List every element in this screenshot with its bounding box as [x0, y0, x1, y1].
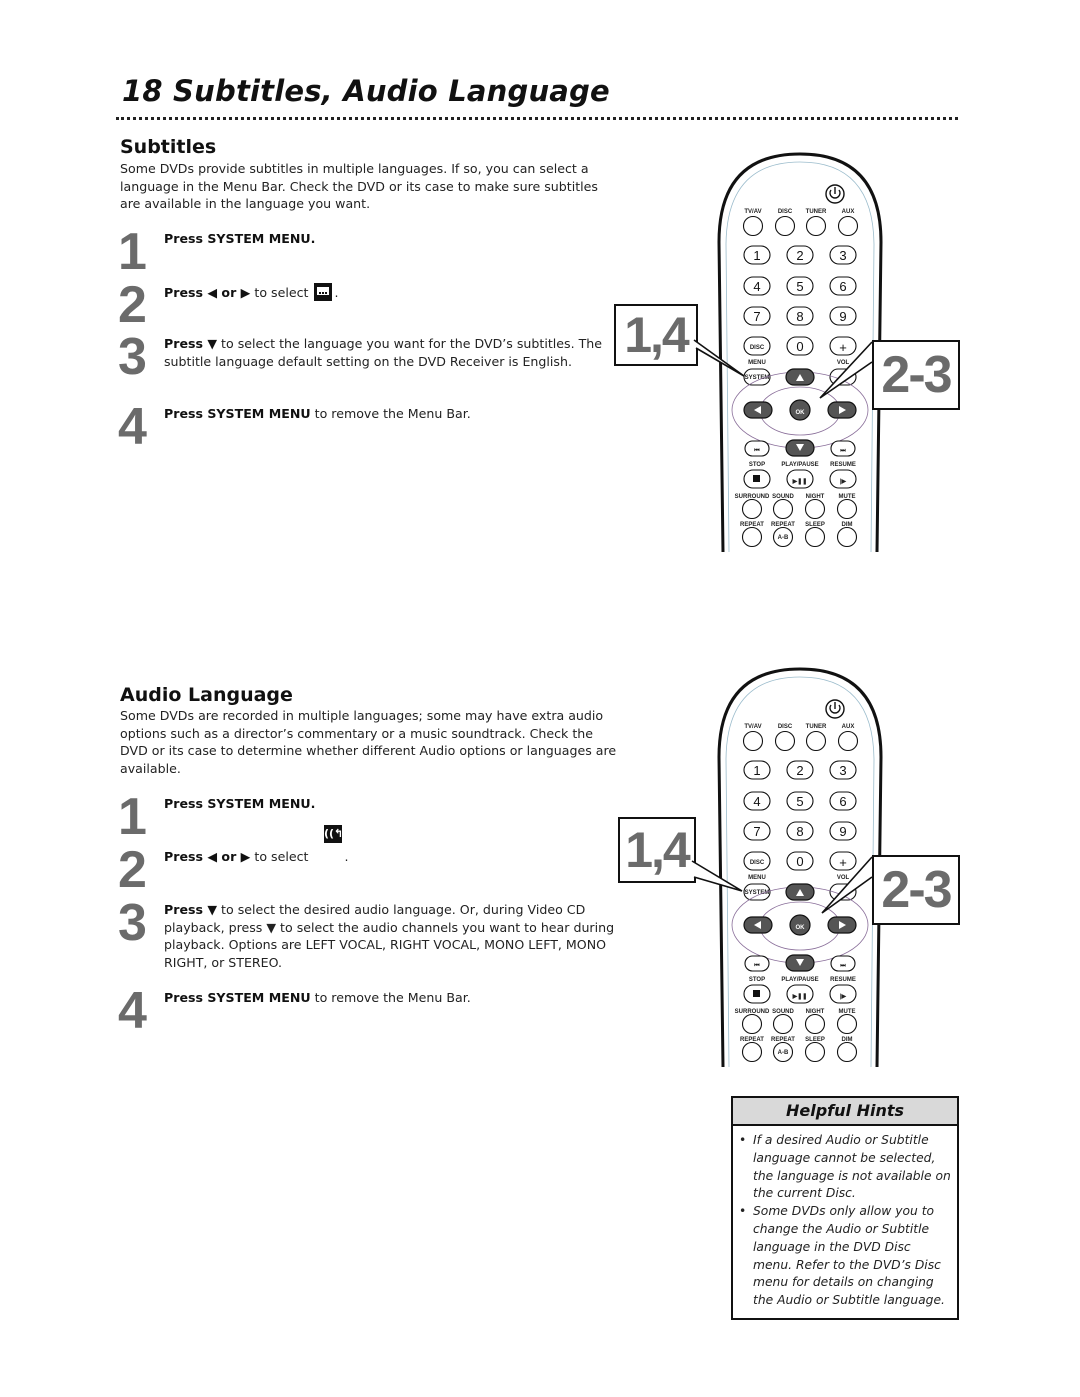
source-button-tuner	[805, 215, 827, 237]
hints-list: If a desired Audio or Subtitle language …	[733, 1132, 957, 1310]
function-button-sound	[772, 1013, 794, 1035]
hint-item: Some DVDs only allow you to change the A…	[739, 1203, 951, 1310]
function-button-repeat-0	[741, 526, 763, 548]
pointer-2-3	[819, 341, 873, 399]
source-button-tv-av	[742, 215, 764, 237]
previous-icon: ⏮	[754, 448, 760, 454]
previous-icon: ⏮	[754, 963, 760, 969]
step-number: 2	[118, 841, 147, 899]
hint-item: If a desired Audio or Subtitle language …	[739, 1132, 951, 1203]
transport-label: RESUME	[830, 977, 856, 983]
step-instruction: Press ▼	[164, 336, 218, 351]
next-icon: ⏭	[840, 448, 846, 454]
transport-label: RESUME	[830, 462, 856, 468]
step-detail: to remove the Menu Bar.	[310, 406, 471, 421]
function-button-night	[804, 1013, 826, 1035]
step-number: 4	[118, 982, 147, 1040]
transport-label: PLAY/PAUSE	[781, 977, 818, 983]
source-label: AUX	[842, 209, 855, 215]
step-instruction: Press SYSTEM MENU.	[164, 796, 316, 811]
step-detail: to select the desired audio language. Or…	[164, 902, 615, 970]
digit-label: 2	[796, 248, 803, 263]
source-button-tv-av	[742, 730, 764, 752]
next-icon: ⏭	[840, 963, 846, 969]
step-number: 1	[118, 223, 147, 281]
resume-icon: |▶	[840, 478, 847, 485]
helpful-hints-title: Helpful Hints	[733, 1098, 957, 1126]
audio-heading: Audio Language	[120, 684, 293, 706]
step-detail: to select	[250, 285, 309, 300]
callout-pointers	[691, 856, 873, 914]
step-instruction: Press SYSTEM MENU	[164, 990, 311, 1005]
source-button-disc	[774, 215, 796, 237]
function-button-dim-3	[836, 1041, 858, 1063]
function-button-surround	[741, 1013, 763, 1035]
step-detail: to select	[250, 849, 309, 864]
title-divider	[116, 117, 958, 120]
function-button-mute	[836, 498, 858, 520]
helpful-hints-box: Helpful Hints If a desired Audio or Subt…	[731, 1096, 959, 1320]
stop-icon	[753, 990, 760, 997]
function-button-mute	[836, 1013, 858, 1035]
function-button-sleep-2	[804, 1041, 826, 1063]
function-button-night	[804, 498, 826, 520]
step-number: 3	[118, 894, 147, 952]
pointer-1-4	[693, 339, 745, 377]
digit-label: 3	[839, 248, 846, 263]
audio-intro: Some DVDs are recorded in multiple langu…	[120, 708, 617, 776]
source-label: DISC	[778, 724, 793, 730]
function-button-repeat-0	[741, 1041, 763, 1063]
source-label: TUNER	[806, 209, 827, 215]
function-button-dim-3	[836, 526, 858, 548]
subtitles-intro: Some DVDs provide subtitles in multiple …	[120, 161, 598, 211]
step-instruction: Press SYSTEM MENU	[164, 406, 311, 421]
step-number: 2	[118, 276, 147, 334]
transport-label: STOP	[749, 462, 765, 468]
function-button-surround	[741, 498, 763, 520]
step-instruction: Press ◀ or ▶	[164, 285, 251, 300]
transport-label: PLAY/PAUSE	[781, 462, 818, 468]
step-detail: to remove the Menu Bar.	[310, 990, 471, 1005]
resume-icon: |▶	[840, 993, 847, 1000]
stop-icon	[753, 475, 760, 482]
step-instruction: Press SYSTEM MENU.	[164, 231, 316, 246]
digit-label: 1	[753, 248, 760, 263]
source-button-tuner	[805, 730, 827, 752]
step-number: 4	[118, 398, 147, 456]
source-button-aux	[837, 730, 859, 752]
step-number: 3	[118, 328, 147, 386]
subtitle-icon	[314, 283, 333, 301]
source-label: TUNER	[806, 724, 827, 730]
ab-label: A-B	[778, 535, 789, 541]
callout-pointers	[693, 339, 873, 399]
step-instruction: Press ◀ or ▶	[164, 849, 251, 864]
source-label: AUX	[842, 724, 855, 730]
step-instruction: Press ▼	[164, 902, 218, 917]
function-button-sleep-2	[804, 526, 826, 548]
source-button-aux	[837, 215, 859, 237]
source-label: TV/AV	[744, 724, 761, 730]
function-button-sound	[772, 498, 794, 520]
transport-label: STOP	[749, 977, 765, 983]
step-number: 1	[118, 788, 147, 846]
play-pause-icon: ▶❚❚	[792, 993, 808, 1000]
digit-label: 3	[839, 763, 846, 778]
pointer-2-3	[821, 856, 873, 914]
subtitles-heading: Subtitles	[120, 136, 217, 158]
page-title: 18 Subtitles, Audio Language	[122, 74, 610, 108]
audio-language-icon: ((↰	[324, 825, 343, 843]
source-label: DISC	[778, 209, 793, 215]
step-detail: to select the language you want for the …	[164, 336, 603, 369]
ab-label: A-B	[778, 1050, 789, 1056]
source-button-disc	[774, 730, 796, 752]
source-label: TV/AV	[744, 209, 761, 215]
digit-label: 2	[796, 763, 803, 778]
digit-label: 1	[753, 763, 760, 778]
pointer-1-4	[691, 860, 743, 892]
play-pause-icon: ▶❚❚	[792, 478, 808, 485]
